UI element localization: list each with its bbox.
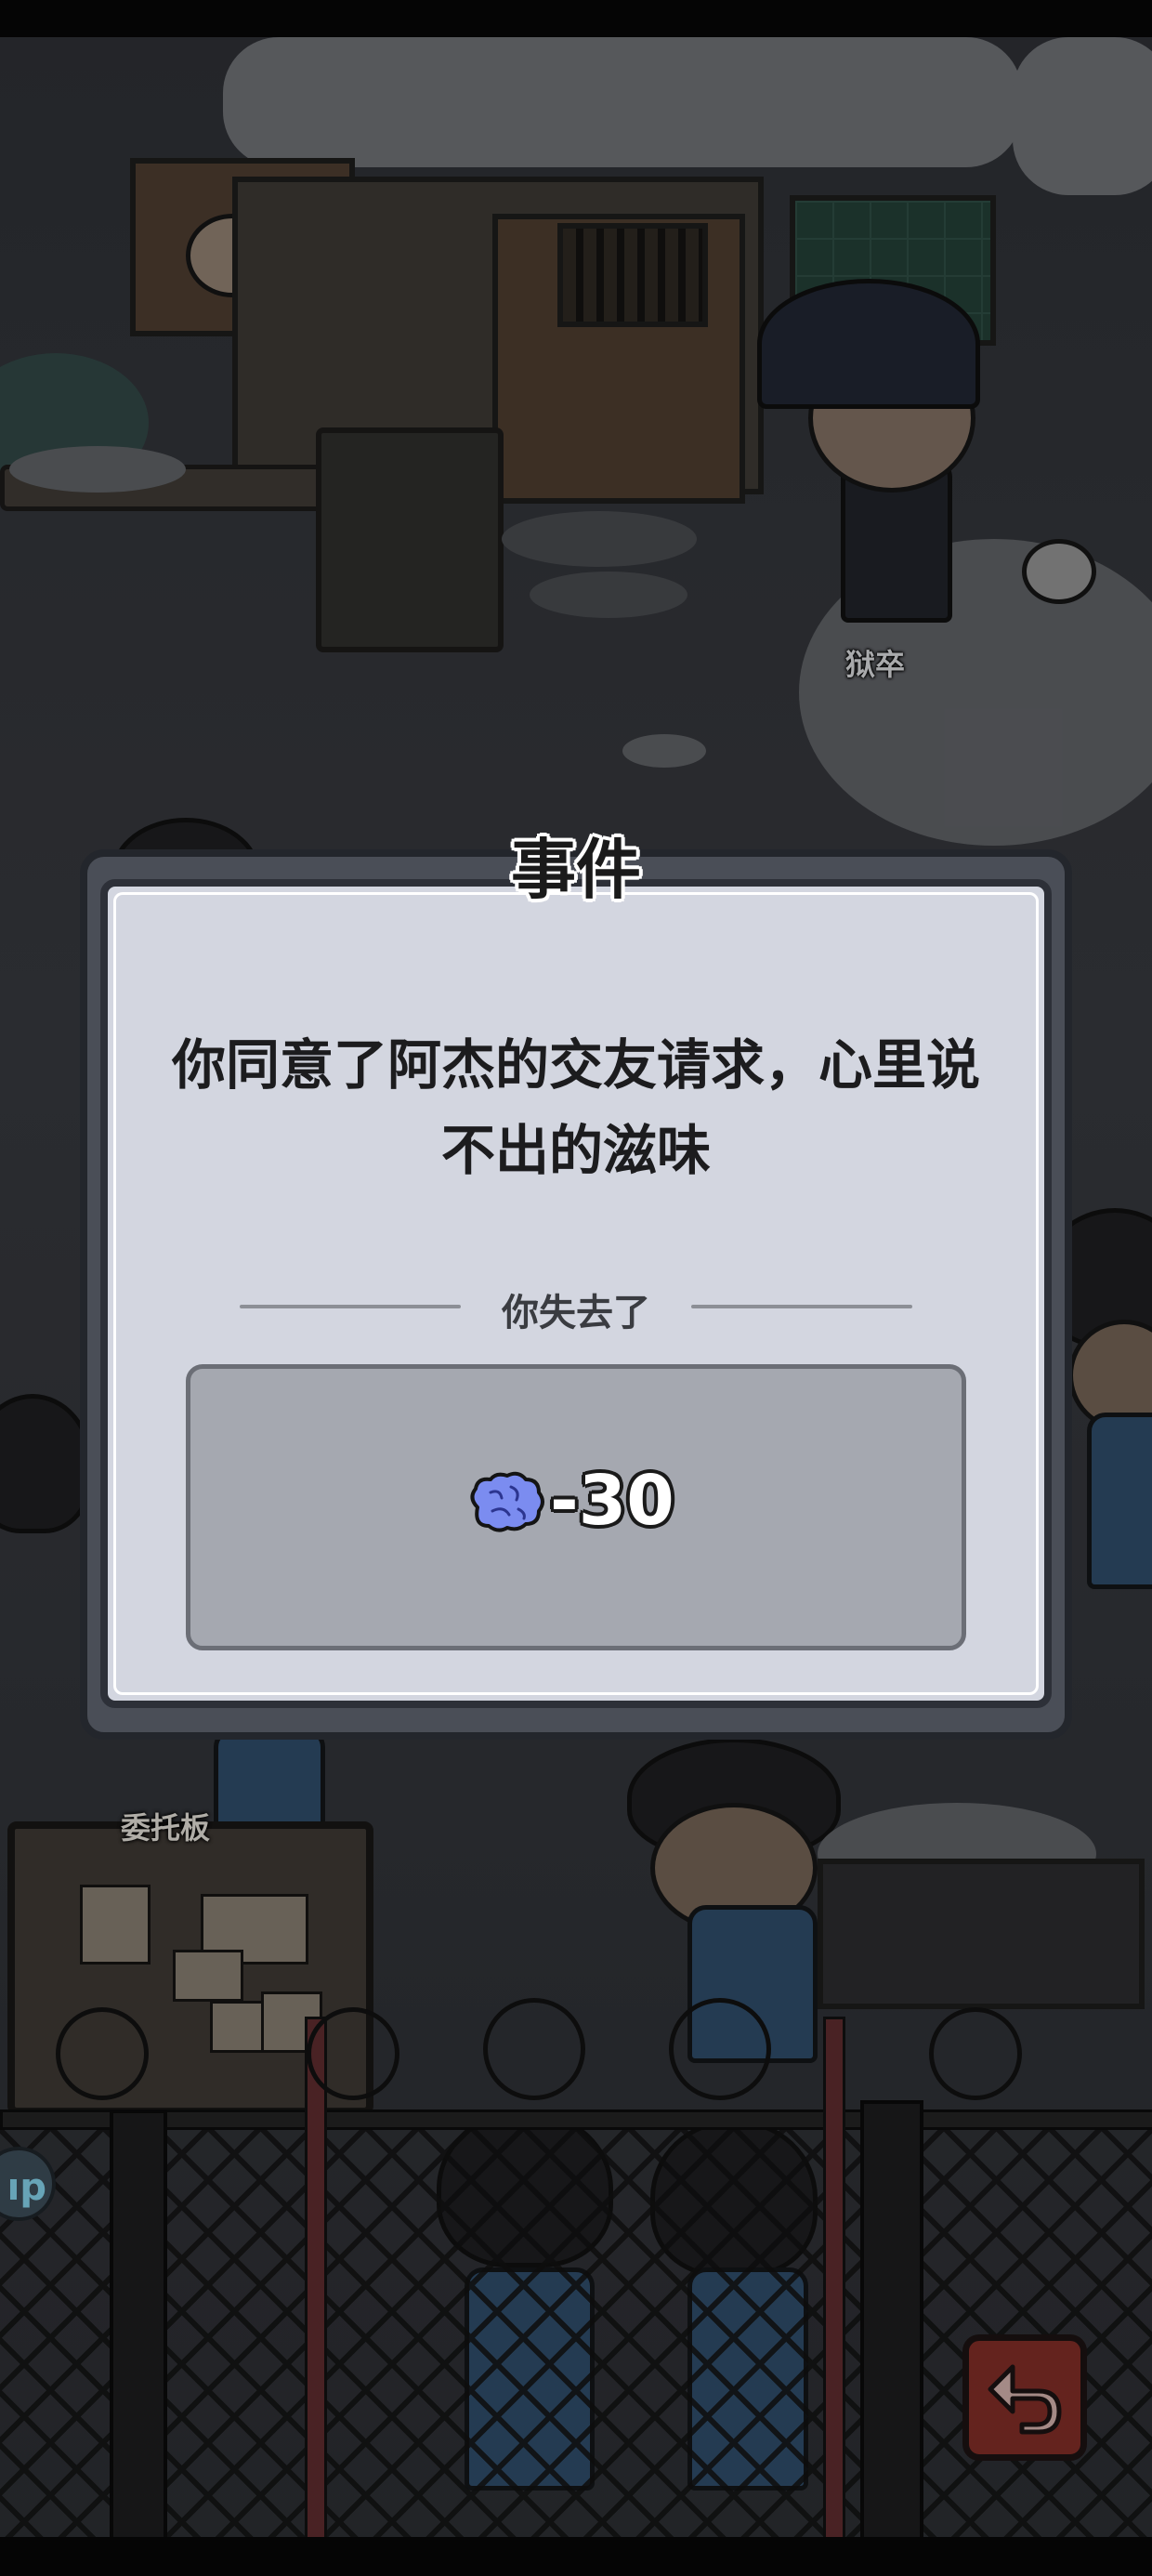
dialog-title: 事件 bbox=[511, 832, 641, 908]
navigation-bar bbox=[0, 2537, 1152, 2576]
lost-label: 你失去了 bbox=[502, 1292, 650, 1334]
status-bar bbox=[0, 0, 1152, 37]
divider-left bbox=[240, 1305, 461, 1308]
resource-change-value: -30 bbox=[550, 1461, 674, 1541]
event-message: 你同意了阿杰的交友请求，心里说不出的滋味 bbox=[171, 1033, 980, 1182]
divider-right bbox=[691, 1305, 912, 1308]
brain-icon bbox=[470, 1471, 544, 1532]
